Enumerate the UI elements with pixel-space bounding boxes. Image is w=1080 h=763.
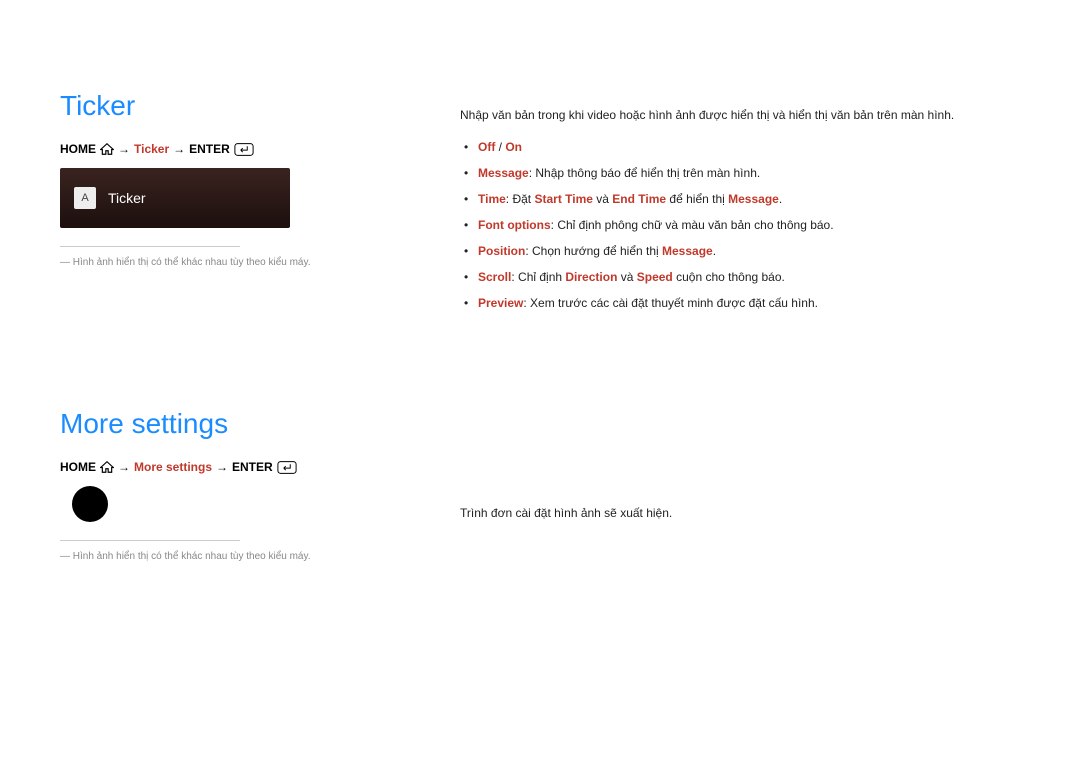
divider — [60, 246, 240, 247]
list-item: Off / On — [460, 134, 1020, 160]
list-item: Position: Chọn hướng để hiển thị Message… — [460, 238, 1020, 264]
breadcrumb-ticker: HOME → Ticker → ENTER — [60, 142, 420, 156]
highlight-text: End Time — [612, 192, 666, 206]
body-text: để hiển thị — [666, 192, 728, 206]
highlight-text: Scroll — [478, 270, 511, 284]
body-text: : Xem trước các cài đặt thuyết minh được… — [523, 296, 818, 310]
body-text: : Chọn hướng để hiển thị — [525, 244, 662, 258]
highlight-text: Message — [728, 192, 779, 206]
highlight-text: Message — [478, 166, 529, 180]
breadcrumb-home: HOME — [60, 460, 96, 474]
intro-text: Trình đơn cài đặt hình ảnh sẽ xuất hiện. — [460, 506, 1020, 520]
body-text: cuộn cho thông báo. — [673, 270, 785, 284]
arrow-text: → — [118, 460, 130, 474]
note-text: ― Hình ảnh hiển thị có thể khác nhau tùy… — [60, 551, 420, 562]
body-text: : Chỉ định phông chữ và màu văn bản cho … — [551, 218, 834, 232]
body-text: . — [779, 192, 782, 206]
highlight-text: Speed — [637, 270, 673, 284]
intro-text: Nhập văn bản trong khi video hoặc hình ả… — [460, 108, 1020, 122]
home-icon — [100, 461, 114, 473]
ticker-card-label: Ticker — [108, 190, 146, 206]
highlight-text: Direction — [565, 270, 617, 284]
body-text: : Chỉ định — [511, 270, 565, 284]
highlight-text: Time — [478, 192, 506, 206]
section-title: Ticker — [60, 90, 420, 122]
note-text: ― Hình ảnh hiển thị có thể khác nhau tùy… — [60, 257, 420, 268]
more-settings-description: Trình đơn cài đặt hình ảnh sẽ xuất hiện. — [460, 506, 1020, 520]
body-text: và — [617, 270, 636, 284]
body-text: . — [713, 244, 716, 258]
more-settings-icon — [72, 486, 108, 522]
highlight-text: Message — [662, 244, 713, 258]
breadcrumb-enter: ENTER — [232, 460, 273, 474]
section-title: More settings — [60, 408, 420, 440]
breadcrumb-more-settings: HOME → More settings → ENTER — [60, 460, 420, 474]
body-text: : Đặt — [506, 192, 535, 206]
enter-icon — [234, 143, 254, 156]
list-item: Font options: Chỉ định phông chữ và màu … — [460, 212, 1020, 238]
list-item: Scroll: Chỉ định Direction và Speed cuộn… — [460, 264, 1020, 290]
highlight-text: Position — [478, 244, 525, 258]
more-settings-section: More settings HOME → More settings → ENT… — [60, 408, 420, 562]
highlight-text: Off — [478, 140, 495, 154]
separator-text: / — [495, 140, 505, 154]
body-text: : Nhập thông báo để hiển thị trên màn hì… — [529, 166, 761, 180]
highlight-text: On — [505, 140, 522, 154]
highlight-text: Start Time — [534, 192, 592, 206]
feature-list: Off / On Message: Nhập thông báo để hiển… — [460, 134, 1020, 316]
home-icon — [100, 143, 114, 155]
ticker-section: Ticker HOME → Ticker → ENTER A Ticker ― … — [60, 90, 420, 268]
breadcrumb-mid: More settings — [134, 460, 212, 474]
list-item: Message: Nhập thông báo để hiển thị trên… — [460, 160, 1020, 186]
highlight-text: Preview — [478, 296, 523, 310]
arrow-text: → — [173, 142, 185, 156]
arrow-text: → — [118, 142, 130, 156]
list-item: Time: Đặt Start Time và End Time để hiển… — [460, 186, 1020, 212]
divider — [60, 540, 240, 541]
arrow-text: → — [216, 460, 228, 474]
breadcrumb-home: HOME — [60, 142, 96, 156]
ticker-card: A Ticker — [60, 168, 290, 228]
body-text: và — [593, 192, 612, 206]
highlight-text: Font options — [478, 218, 551, 232]
breadcrumb-mid: Ticker — [134, 142, 169, 156]
breadcrumb-enter: ENTER — [189, 142, 230, 156]
enter-icon — [277, 461, 297, 474]
list-item: Preview: Xem trước các cài đặt thuyết mi… — [460, 290, 1020, 316]
ticker-description: Nhập văn bản trong khi video hoặc hình ả… — [460, 108, 1020, 316]
ticker-badge: A — [74, 187, 96, 209]
